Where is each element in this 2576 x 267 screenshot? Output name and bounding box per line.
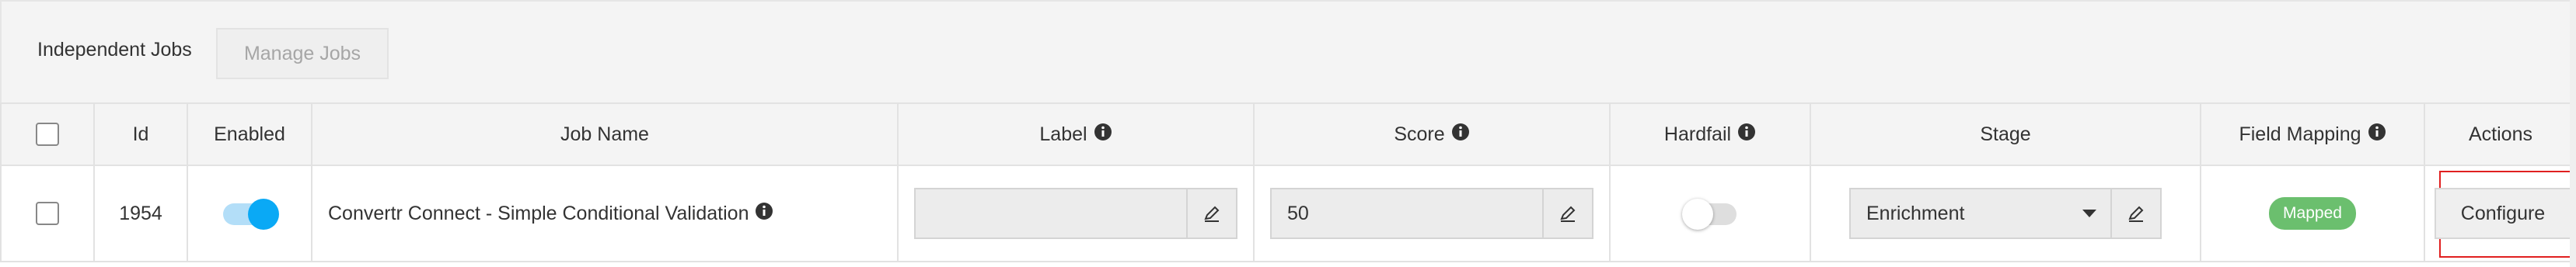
- column-header-enabled[interactable]: Enabled: [187, 102, 312, 166]
- label-value: [916, 189, 1186, 238]
- field-mapping-cell: Mapped: [2200, 165, 2425, 262]
- job-name-cell: Convertr Connect - Simple Conditional Va…: [311, 165, 899, 262]
- toggle-knob: [248, 198, 279, 230]
- info-icon[interactable]: [1737, 123, 1756, 147]
- table-header-row: Id Enabled Job Name Label Score Hardfail…: [0, 102, 2576, 166]
- jobs-table: Id Enabled Job Name Label Score Hardfail…: [0, 102, 2576, 262]
- score-header-text: Score: [1394, 123, 1445, 145]
- info-icon[interactable]: [1451, 123, 1470, 147]
- label-cell: [897, 165, 1255, 262]
- scrollbar-track[interactable]: [2570, 0, 2576, 267]
- jobs-toolbar: Independent Jobs Manage Jobs: [0, 0, 2576, 104]
- hardfail-toggle[interactable]: [1682, 198, 1737, 230]
- column-header-stage[interactable]: Stage: [1810, 102, 2201, 166]
- enabled-cell: [187, 165, 312, 262]
- pencil-icon: [1560, 206, 1576, 222]
- actions-cell: Configure: [2424, 165, 2576, 262]
- info-icon[interactable]: [755, 202, 773, 226]
- job-name: Convertr Connect - Simple Conditional Va…: [328, 202, 749, 224]
- manage-jobs-button[interactable]: Manage Jobs: [216, 28, 389, 79]
- pencil-icon: [1204, 206, 1220, 222]
- select-all-cell: [0, 102, 95, 166]
- column-header-actions: Actions: [2424, 102, 2576, 166]
- score-value: 50: [1287, 202, 1309, 224]
- column-header-field-mapping[interactable]: Field Mapping: [2200, 102, 2425, 166]
- enabled-toggle[interactable]: [223, 198, 279, 230]
- edit-score-button[interactable]: [1542, 189, 1592, 238]
- column-header-job-name[interactable]: Job Name: [311, 102, 899, 166]
- edit-label-button[interactable]: [1186, 189, 1236, 238]
- info-icon[interactable]: [2368, 123, 2386, 147]
- stage-select[interactable]: Enrichment: [1849, 188, 2162, 239]
- job-id: 1954: [93, 165, 188, 262]
- stage-cell: Enrichment: [1810, 165, 2201, 262]
- stage-value: Enrichment: [1866, 202, 1965, 224]
- column-header-score[interactable]: Score: [1253, 102, 1611, 166]
- field-mapping-header-text: Field Mapping: [2239, 123, 2361, 145]
- column-header-hardfail[interactable]: Hardfail: [1609, 102, 1811, 166]
- toggle-knob: [1682, 198, 1713, 230]
- label-field[interactable]: [914, 188, 1237, 239]
- row-checkbox[interactable]: [36, 202, 59, 226]
- panel-title: Independent Jobs: [37, 39, 192, 61]
- label-header-text: Label: [1039, 123, 1087, 145]
- column-header-label[interactable]: Label: [897, 102, 1255, 166]
- hardfail-cell: [1609, 165, 1811, 262]
- caret-down-icon: [2082, 210, 2096, 217]
- select-all-checkbox[interactable]: [36, 123, 59, 147]
- table-row: 1954 Convertr Connect - Simple Condition…: [0, 165, 2576, 262]
- configure-button[interactable]: Configure: [2435, 188, 2571, 239]
- independent-jobs-panel: Independent Jobs Manage Jobs Id Enabled …: [0, 0, 2576, 262]
- hardfail-header-text: Hardfail: [1663, 123, 1732, 145]
- score-field[interactable]: 50: [1270, 188, 1593, 239]
- edit-stage-button[interactable]: [2110, 189, 2160, 238]
- info-icon[interactable]: [1094, 123, 1112, 147]
- row-select-cell: [0, 165, 95, 262]
- column-header-id[interactable]: Id: [93, 102, 188, 166]
- score-cell: 50: [1253, 165, 1611, 262]
- mapped-status-badge: Mapped: [2269, 197, 2356, 230]
- pencil-icon: [2128, 206, 2144, 222]
